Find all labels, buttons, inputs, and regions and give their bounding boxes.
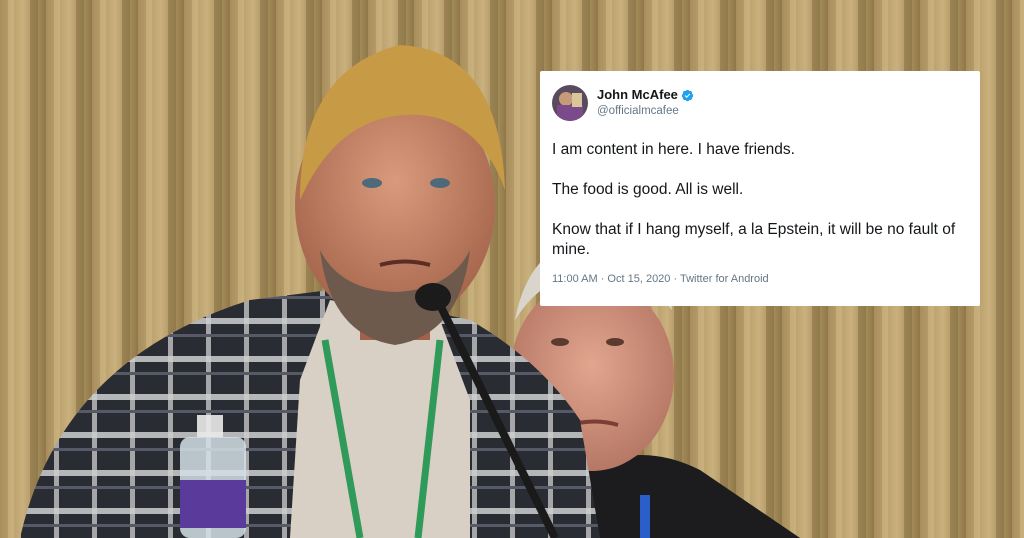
avatar[interactable]	[552, 85, 588, 121]
tweet-line: I am content in here. I have friends.	[552, 141, 795, 158]
display-name[interactable]: John McAfee	[597, 87, 678, 103]
author-names: John McAfee @officialmcafee	[597, 87, 694, 119]
tweet-text: I am content in here. I have friends. Th…	[552, 140, 966, 260]
tweet-line: The food is good. All is well.	[552, 181, 744, 198]
verified-badge-icon	[681, 89, 694, 101]
tweet-timestamp[interactable]: 11:00 AM · Oct 15, 2020 · Twitter for An…	[552, 273, 966, 285]
tweet-header: John McAfee @officialmcafee	[552, 83, 966, 123]
profile-avatar-icon	[552, 85, 588, 121]
tweet-card[interactable]: John McAfee @officialmcafee I am content…	[540, 71, 980, 306]
name-row: John McAfee	[597, 87, 694, 103]
tweet-line: Know that if I hang myself, a la Epstein…	[552, 221, 956, 258]
handle[interactable]: @officialmcafee	[597, 103, 694, 119]
